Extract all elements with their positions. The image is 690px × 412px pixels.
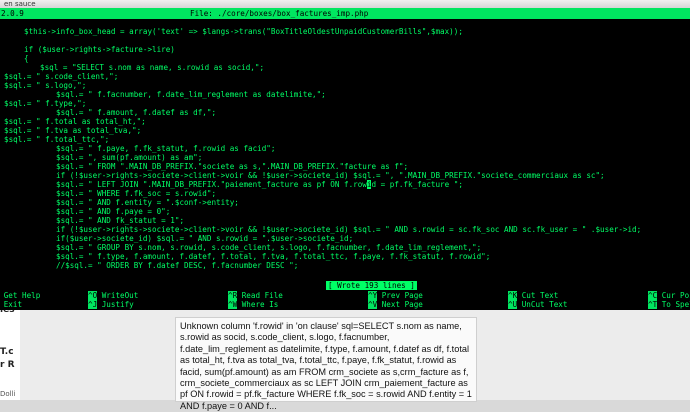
shortcut-label: Get Help: [0, 291, 41, 300]
nano-shortcut[interactable]: ^W Where Is: [228, 300, 278, 309]
shortcut-label: Where Is: [237, 300, 279, 309]
nano-shortcut[interactable]: ^O WriteOut: [88, 291, 138, 300]
code-line[interactable]: $sql.= " f.paye, f.fk_statut, f.rowid as…: [56, 144, 275, 153]
nano-shortcut[interactable]: ^V Next Page: [368, 300, 423, 309]
code-line[interactable]: $sql.= " AND f.entity = ".$conf->entity;: [56, 198, 239, 207]
background-left-column: ies T.c r R Dolli: [0, 300, 20, 400]
code-line[interactable]: $sql.= " GROUP BY s.nom, s.rowid, s.code…: [56, 243, 481, 252]
sql-error-message: Unknown column 'f.rowid' in 'on clause' …: [180, 321, 472, 411]
terminal-window[interactable]: 2.0.9 File: ./core/boxes/box_factures_im…: [0, 8, 690, 310]
code-line[interactable]: $sql.= " FROM ".MAIN_DB_PREFIX."societe …: [56, 162, 408, 171]
code-line[interactable]: {: [24, 54, 29, 63]
nano-shortcut[interactable]: ^R Read File: [228, 291, 283, 300]
nano-file-label: File: ./core/boxes/box_factures_imp.php: [190, 9, 369, 18]
shortcut-key: ^K: [508, 291, 518, 300]
browser-title-fragment: en sauce: [4, 0, 36, 8]
code-line[interactable]: if (!$user->rights->societe->client->voi…: [56, 225, 641, 234]
text-cursor: i: [366, 180, 372, 189]
shortcut-key: ^J: [88, 300, 98, 309]
code-line[interactable]: $sql.= " f.facnumber, f.date_lim_regleme…: [56, 90, 326, 99]
code-line[interactable]: $sql.= ", sum(pf.amount) as am";: [56, 153, 202, 162]
code-line[interactable]: $sql.= " WHERE f.fk_soc = s.rowid";: [56, 189, 216, 198]
shortcut-label: Next Page: [377, 300, 423, 309]
code-line[interactable]: $sql.= " s.code_client,";: [4, 72, 118, 81]
nano-shortcut[interactable]: ^X Exit: [0, 300, 22, 309]
left-label: T.c: [0, 347, 14, 357]
code-line[interactable]: $sql.= " f.amount, f.datef as df,";: [56, 108, 216, 117]
code-line[interactable]: $sql.= " AND f.paye = 0";: [56, 207, 170, 216]
shortcut-label: Exit: [0, 300, 23, 309]
shortcut-key: ^R: [228, 291, 238, 300]
shortcut-key: ^C: [648, 291, 658, 300]
shortcut-key: ^T: [648, 300, 658, 309]
shortcut-label: Cur Pos: [661, 291, 690, 300]
shortcut-key: ^Y: [368, 291, 378, 300]
shortcut-label: WriteOut: [97, 291, 139, 300]
shortcut-label: Cut Text: [517, 291, 559, 300]
code-line[interactable]: $sql.= " AND fk_statut = 1";: [56, 216, 184, 225]
code-line[interactable]: $sql.= " f.total as total_ht,";: [4, 117, 146, 126]
nano-shortcut[interactable]: ^C Cur Pos: [648, 291, 690, 300]
nano-header-bar: 2.0.9 File: ./core/boxes/box_factures_im…: [0, 8, 690, 19]
nano-shortcut[interactable]: ^Y Prev Page: [368, 291, 423, 300]
code-line[interactable]: if ($user->rights->facture->lire): [24, 45, 175, 54]
code-line[interactable]: $sql.= " f.type,";: [4, 99, 86, 108]
nano-shortcut[interactable]: ^J Justify: [88, 300, 134, 309]
code-line[interactable]: $sql.= " f.tva as total_tva,";: [4, 126, 141, 135]
code-line[interactable]: $sql.= " LEFT JOIN ".MAIN_DB_PREFIX."pai…: [56, 180, 463, 189]
shortcut-key: ^W: [228, 300, 238, 309]
code-line[interactable]: $sql.= " f.total_ttc,";: [4, 135, 109, 144]
shortcut-key: ^O: [88, 291, 98, 300]
left-label: r R: [0, 360, 15, 370]
shortcut-label: Prev Page: [377, 291, 423, 300]
nano-shortcut[interactable]: ^G Get Help: [0, 291, 41, 300]
code-line[interactable]: if($user->societe_id) $sql.= " AND s.row…: [56, 234, 353, 243]
shortcut-label: UnCut Text: [517, 300, 568, 309]
nano-shortcut[interactable]: ^U UnCut Text: [508, 300, 567, 309]
code-line[interactable]: $this->info_box_head = array('text' => $…: [24, 27, 463, 36]
code-line[interactable]: $sql.= " s.logo,";: [4, 81, 86, 90]
nano-status-message: [ Wrote 193 lines ]: [326, 281, 417, 290]
shortcut-label: To Spell: [661, 300, 690, 309]
code-line[interactable]: $sql.= " f.type, f.amount, f.datef, f.to…: [56, 252, 490, 261]
code-line[interactable]: //$sql.= " ORDER BY f.datef DESC, f.facn…: [56, 261, 298, 270]
code-line[interactable]: if (!$user->rights->societe->client->voi…: [56, 171, 605, 180]
left-bottom-label: Dolli: [0, 390, 16, 398]
shortcut-key: ^V: [368, 300, 378, 309]
shortcut-label: Justify: [97, 300, 134, 309]
shortcut-label: Read File: [237, 291, 283, 300]
nano-version: 2.0.9: [1, 9, 24, 18]
code-line[interactable]: $sql = "SELECT s.nom as name, s.rowid as…: [40, 63, 264, 72]
nano-shortcut[interactable]: ^K Cut Text: [508, 291, 558, 300]
nano-shortcut[interactable]: ^T To Spell: [648, 300, 690, 309]
sql-error-box: Unknown column 'f.rowid' in 'on clause' …: [175, 317, 477, 411]
shortcut-key: ^U: [508, 300, 518, 309]
